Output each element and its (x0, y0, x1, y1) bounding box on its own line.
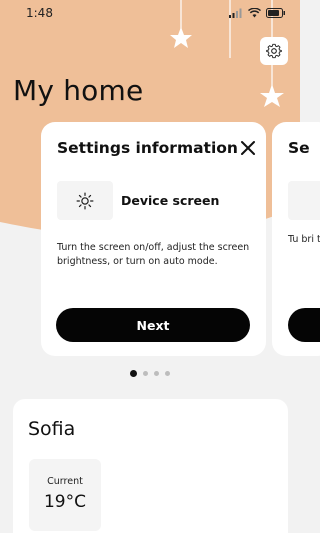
current-temperature-value: 19°C (43, 492, 86, 512)
page-title: My home (13, 74, 144, 107)
settings-info-card: Settings information Device screen Turn … (41, 122, 266, 356)
pagination-dot-active[interactable] (130, 370, 137, 377)
room-name: Sofia (28, 418, 76, 440)
current-temperature-tile[interactable]: Current 19°C (29, 459, 101, 531)
sun-brightness-icon (76, 192, 94, 209)
device-icon-box (57, 181, 113, 220)
close-button[interactable] (239, 139, 257, 157)
device-label: Device screen (121, 193, 220, 208)
wifi-icon (248, 8, 261, 18)
gear-icon (266, 43, 282, 59)
status-icons (229, 8, 286, 18)
next-card-icon-box (288, 181, 320, 220)
device-row: Device screen (57, 181, 257, 221)
status-time: 1:48 (26, 6, 53, 20)
next-info-card-peek[interactable]: Se Tu bri the 'te (272, 122, 320, 356)
current-temperature-label: Current (47, 476, 83, 487)
close-icon (241, 141, 255, 155)
card-title: Settings information (57, 139, 238, 157)
carousel-pagination (0, 370, 300, 377)
next-card-description: Tu bri the 'te (288, 234, 320, 245)
settings-button[interactable] (260, 37, 288, 65)
room-card[interactable]: Sofia Current 19°C (13, 399, 288, 533)
card-description: Turn the screen on/off, adjust the scree… (57, 242, 250, 267)
next-card-title: Se (288, 139, 310, 157)
next-card-button (288, 308, 320, 342)
signal-icon (229, 8, 242, 18)
pagination-dot[interactable] (143, 371, 148, 376)
next-button[interactable]: Next (56, 308, 250, 342)
pagination-dot[interactable] (165, 371, 170, 376)
status-bar: 1:48 (0, 0, 300, 28)
battery-icon (266, 8, 285, 18)
pagination-dot[interactable] (154, 371, 159, 376)
